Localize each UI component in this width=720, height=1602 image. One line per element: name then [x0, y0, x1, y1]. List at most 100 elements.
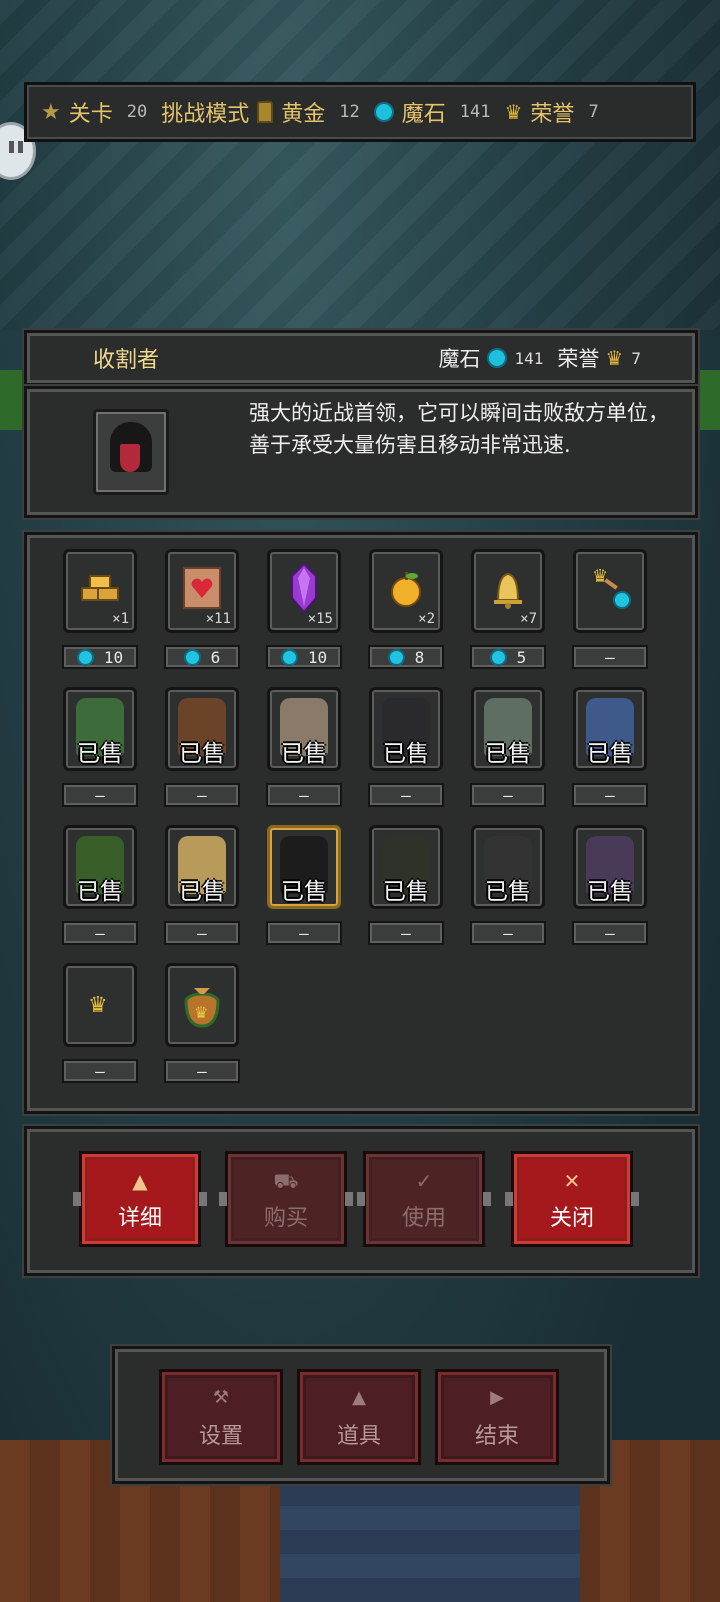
use-button[interactable]: ✓ 使用 — [357, 1151, 491, 1247]
shop-item-slot[interactable]: 已售 — [267, 825, 341, 909]
use-label: 使用 — [401, 1206, 446, 1231]
sold-label: 已售 — [383, 741, 429, 767]
close-button[interactable]: ✕ 关闭 — [505, 1151, 639, 1247]
shop-item-slot[interactable]: ♛ — [573, 549, 647, 633]
sold-label: 已售 — [281, 741, 327, 767]
sold-label: 已售 — [485, 879, 531, 905]
item-price-value: — — [605, 785, 615, 805]
item-price-value: — — [503, 923, 513, 943]
item-title: 收割者 — [93, 348, 160, 373]
item-price: — — [470, 921, 546, 945]
item-price-value: — — [197, 785, 207, 805]
details-button[interactable]: ▲ 详细 — [73, 1151, 207, 1247]
item-price: — — [368, 783, 444, 807]
shop-item-slot[interactable]: ×15 — [267, 549, 341, 633]
sold-label: 已售 — [587, 741, 633, 767]
item-price: — — [572, 783, 648, 807]
item-count: ×15 — [307, 611, 333, 627]
svg-text:♛: ♛ — [592, 566, 608, 587]
shop-item-slot[interactable]: ♛ — [165, 963, 239, 1047]
buy-button[interactable]: ⛟ 购买 — [219, 1151, 353, 1247]
play-icon: ▶ — [490, 1387, 504, 1408]
sold-label: 已售 — [77, 879, 123, 905]
item-price: — — [164, 1059, 240, 1083]
shop-header: 收割者 魔石 141 荣誉 ♛ 7 — [24, 330, 698, 386]
stone-value: 141 — [459, 102, 491, 122]
item-price: — — [368, 921, 444, 945]
shop-item-slot[interactable]: ×7 — [471, 549, 545, 633]
magic-stone-icon — [76, 648, 94, 666]
item-price-value: — — [95, 1061, 105, 1081]
item-price: 10 — [266, 645, 342, 669]
close-icon: ✕ — [563, 1169, 581, 1193]
shop-item-slot[interactable]: ×2 — [369, 549, 443, 633]
item-price: 6 — [164, 645, 240, 669]
end-button[interactable]: ▶ 结束 — [435, 1369, 559, 1465]
shop-item-slot[interactable]: 已售 — [471, 825, 545, 909]
shop-item-slot[interactable]: 已售 — [165, 825, 239, 909]
sold-label: 已售 — [179, 741, 225, 767]
magic-stone-icon — [489, 648, 507, 666]
shop-item-slot[interactable]: 已售 — [369, 687, 443, 771]
shop-item-slot[interactable]: ♛ — [63, 963, 137, 1047]
sold-label: 已售 — [383, 879, 429, 905]
shop-item-slot[interactable]: 已售 — [471, 687, 545, 771]
item-price-value: — — [401, 923, 411, 943]
settings-button[interactable]: ⚒ 设置 — [159, 1369, 283, 1465]
sold-label: 已售 — [485, 741, 531, 767]
header-stone-value: 141 — [514, 348, 544, 368]
gold-icon — [257, 101, 274, 123]
sold-label: 已售 — [281, 879, 327, 905]
sold-label: 已售 — [587, 879, 633, 905]
details-label: 详细 — [117, 1206, 162, 1231]
sold-label: 已售 — [77, 741, 123, 767]
flask-icon: ▲ — [352, 1387, 366, 1408]
gold-value: 12 — [339, 102, 360, 122]
item-price-value: — — [299, 785, 309, 805]
shop-item-slot[interactable]: 已售 — [63, 687, 137, 771]
item-price-value: — — [299, 923, 309, 943]
item-price-value: — — [503, 785, 513, 805]
shop-item-slot[interactable]: 已售 — [369, 825, 443, 909]
level-value: 20 — [126, 102, 148, 122]
magic-stone-icon — [387, 648, 405, 666]
svg-text:♛: ♛ — [194, 1003, 208, 1022]
item-count: ×2 — [418, 611, 435, 627]
level-label: 关卡 — [68, 102, 113, 127]
shop-item-slot[interactable]: 已售 — [165, 687, 239, 771]
item-price-value: — — [605, 923, 615, 943]
header-stone-label: 魔石 — [438, 347, 481, 371]
item-price: — — [470, 783, 546, 807]
shop-item-slot[interactable]: 已售 — [573, 825, 647, 909]
status-bar: ★ 关卡 20 挑战模式 黄金 12 魔石 141 ♛ 荣誉 7 — [24, 82, 696, 142]
items-button[interactable]: ▲ 道具 — [297, 1369, 421, 1465]
sold-label: 已售 — [179, 879, 225, 905]
crown-to-stone-icon: ♛ — [592, 566, 631, 609]
shop-item-slot[interactable]: 已售 — [573, 687, 647, 771]
item-price: — — [572, 921, 648, 945]
background-top — [0, 0, 720, 330]
description-panel: 强大的近战首领，它可以瞬间击败敌方单位，善于承受大量伤害且移动非常迅速. — [24, 386, 698, 518]
stone-label: 魔石 — [401, 102, 446, 127]
item-price: — — [164, 783, 240, 807]
shop-item-slot[interactable]: 已售 — [267, 687, 341, 771]
magic-stone-icon — [486, 348, 507, 368]
shop-item-slot[interactable]: 已售 — [63, 825, 137, 909]
star-icon: ★ — [41, 99, 61, 125]
item-count: ×11 — [205, 611, 231, 627]
item-price-value: — — [197, 1061, 207, 1081]
shop-item-slot[interactable]: ×1 — [63, 549, 137, 633]
item-price: — — [266, 783, 342, 807]
end-label: 结束 — [474, 1424, 519, 1449]
shop-item-slot[interactable]: ×11 — [165, 549, 239, 633]
item-price-value: — — [401, 785, 411, 805]
svg-text:♛: ♛ — [88, 993, 108, 1018]
honor-label: 荣誉 — [530, 102, 575, 127]
item-price-value: 10 — [307, 647, 328, 667]
item-count: ×7 — [520, 611, 537, 627]
magic-stone-icon — [373, 102, 394, 122]
header-honor-value: 7 — [631, 348, 641, 368]
check-icon: ✓ — [415, 1169, 433, 1193]
action-panel: ▲ 详细 ⛟ 购买 ✓ 使用 ✕ 关闭 — [24, 1126, 698, 1276]
item-price-value: — — [605, 647, 615, 667]
